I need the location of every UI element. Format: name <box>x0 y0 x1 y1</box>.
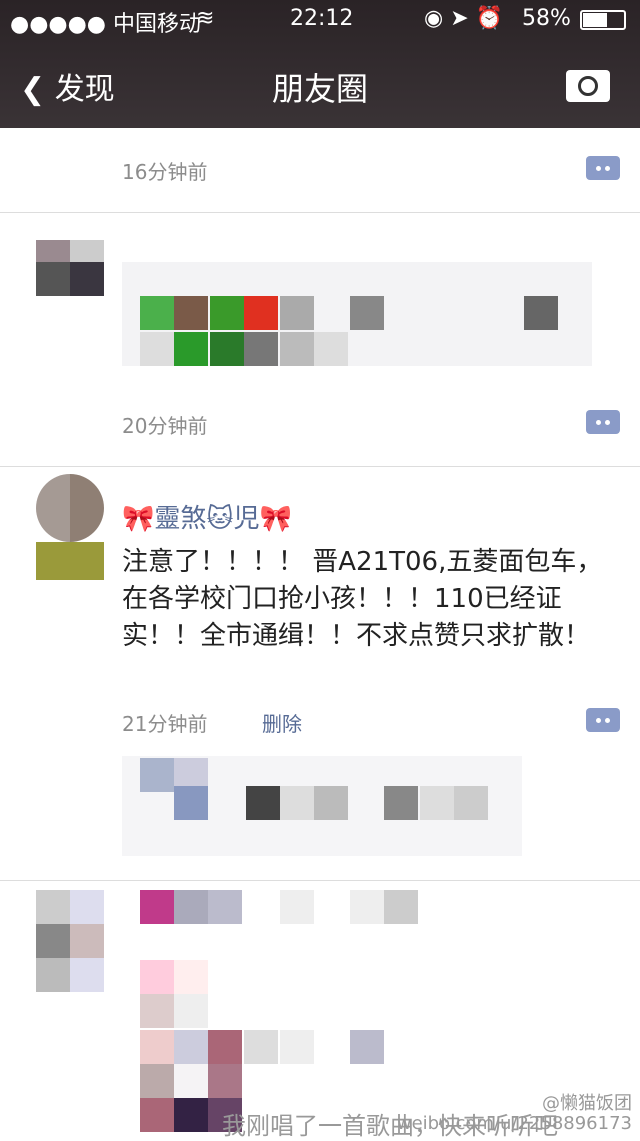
divider <box>0 880 640 881</box>
watermark-url: weibo.com/u/2258896173 <box>396 1113 632 1134</box>
post-text: 注意了！！！！ 晋A21T06,五菱面包车，在各学校门口抢小孩！！！110已经证… <box>122 547 603 651</box>
battery-percent: 58% <box>522 6 571 31</box>
post-time: 21分钟前 <box>122 712 208 736</box>
header: ●●●●● 中国移动 ≋ 22:12 ◉ ➤ ⏰ 58% ❮ 发现 朋友圈 <box>0 0 640 128</box>
comment-icon[interactable] <box>586 708 620 732</box>
avatar[interactable] <box>36 474 104 580</box>
battery-icon <box>580 10 626 30</box>
delete-button[interactable]: 删除 <box>262 708 302 737</box>
weibo-watermark: @懒猫饭团 weibo.com/u/2258896173 <box>397 1094 632 1134</box>
divider <box>0 212 640 213</box>
status-bar: ●●●●● 中国移动 ≋ 22:12 ◉ ➤ ⏰ 58% <box>0 6 640 37</box>
comment-icon[interactable] <box>586 156 620 180</box>
watermark-handle: @懒猫饭团 <box>542 1093 632 1114</box>
clock: 22:12 <box>290 6 354 31</box>
carrier: ●●●●● 中国移动 <box>10 12 201 37</box>
post-time: 16分钟前 <box>122 160 208 184</box>
wifi-icon: ≋ <box>196 6 215 31</box>
shared-link-blurred[interactable] <box>122 262 592 366</box>
user-name[interactable]: 🎀靈煞🐱児🎀 <box>122 498 292 535</box>
divider <box>0 466 640 467</box>
comments-blurred <box>122 756 522 856</box>
rotation-lock-icon: ◉ ➤ ⏰ <box>424 6 504 31</box>
post-time: 20分钟前 <box>122 414 208 438</box>
camera-icon[interactable] <box>566 70 610 102</box>
page-title: 朋友圈 <box>271 70 368 108</box>
comment-icon[interactable] <box>586 410 620 434</box>
